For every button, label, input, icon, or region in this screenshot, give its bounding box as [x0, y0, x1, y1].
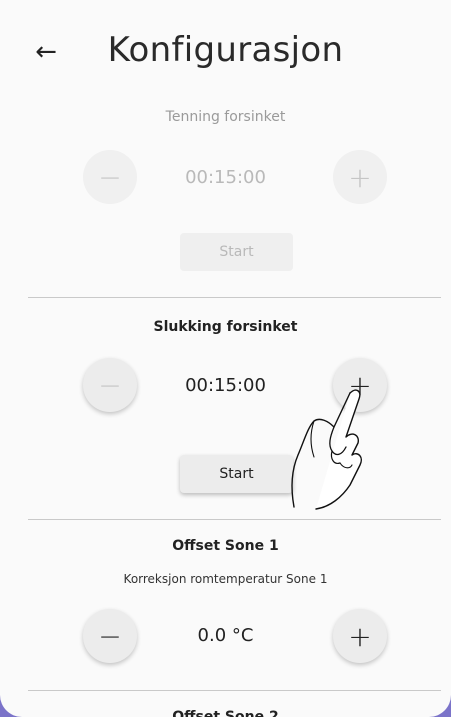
section-subtitle: Korreksjon romtemperatur Sone 1	[123, 572, 328, 586]
increase-button[interactable]: +	[333, 150, 387, 204]
plus-icon: +	[348, 160, 372, 194]
section-offset-sone-2: Offset Sone 2	[0, 691, 451, 717]
section-title: Tenning forsinket	[165, 109, 286, 125]
tap-hand-icon	[291, 389, 362, 510]
config-screen: ← Konfigurasjon Tenning forsinket − 00:1…	[0, 0, 451, 717]
start-button[interactable]: Start	[180, 455, 293, 493]
section-offset-sone-1: Offset Sone 1 Korreksjon romtemperatur S…	[0, 520, 451, 690]
increase-button[interactable]: +	[333, 609, 387, 663]
section-title: Slukking forsinket	[153, 319, 298, 335]
section-title: Offset Sone 2	[172, 709, 279, 717]
page-title: Konfigurasjon	[107, 30, 344, 70]
app-header: ← Konfigurasjon	[0, 0, 451, 100]
section-slukking-forsinket: Slukking forsinket − 00:15:00 + Start	[0, 298, 451, 518]
plus-icon: +	[348, 619, 372, 653]
section-title: Offset Sone 1	[172, 538, 279, 554]
section-tenning-forsinket: Tenning forsinket − 00:15:00 + Start	[0, 100, 451, 295]
start-button[interactable]: Start	[180, 233, 293, 271]
